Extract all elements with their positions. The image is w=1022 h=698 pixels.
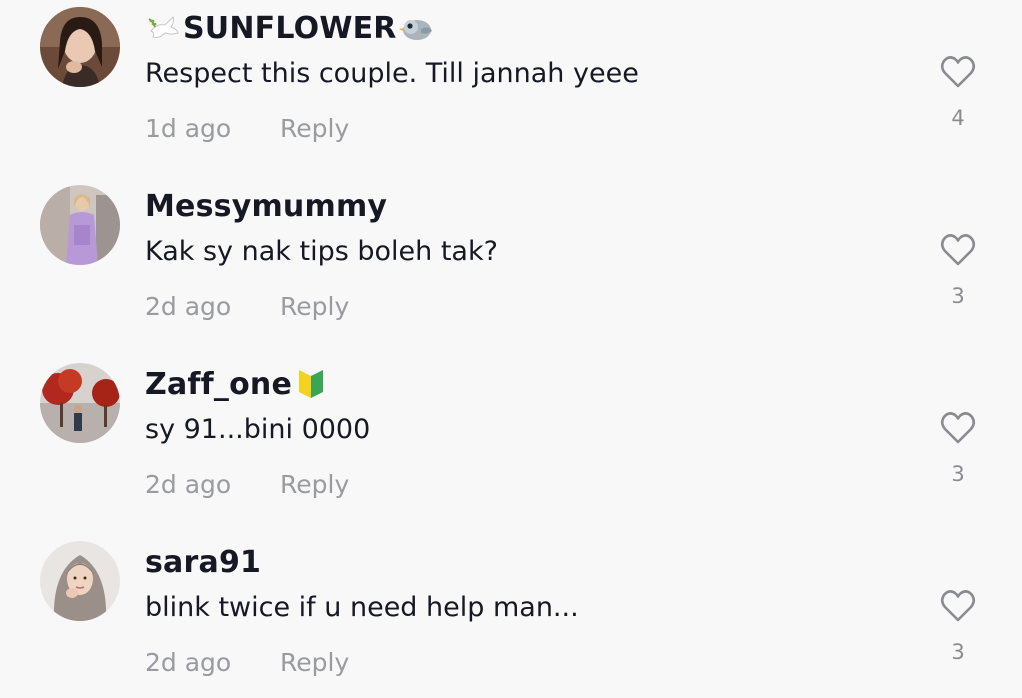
bird-emoji-icon	[398, 11, 433, 45]
like-count: 4	[951, 106, 965, 130]
like-count: 3	[951, 284, 965, 308]
avatar[interactable]	[40, 363, 120, 443]
like-section: 4	[936, 52, 980, 130]
comment-timestamp: 2d ago	[145, 292, 232, 321]
comment-meta: 2d ago Reply	[145, 292, 349, 321]
comment-item: SUNFLOWER Respect this couple. Till jann…	[0, 0, 1022, 178]
avatar-photo	[40, 363, 120, 443]
comment-timestamp: 1d ago	[145, 114, 232, 143]
heart-outline-icon[interactable]	[938, 408, 978, 448]
avatar-photo	[40, 7, 120, 87]
comment-text: blink twice if u need help man...	[145, 592, 579, 623]
avatar-photo	[40, 541, 120, 621]
comment-item: Zaff_one sy 91...bini 0000 2d ago Reply …	[0, 356, 1022, 534]
comment-text: Kak sy nak tips boleh tak?	[145, 236, 498, 267]
comment-item: sara91 blink twice if u need help man...…	[0, 534, 1022, 698]
username-row: sara91	[145, 542, 261, 582]
dove-emoji-icon	[147, 11, 181, 45]
avatar[interactable]	[40, 7, 120, 87]
heart-outline-icon[interactable]	[938, 52, 978, 92]
like-section: 3	[936, 230, 980, 308]
like-count: 3	[951, 640, 965, 664]
username-row: SUNFLOWER	[145, 8, 435, 48]
username[interactable]: Zaff_one	[145, 367, 292, 402]
comment-list: SUNFLOWER Respect this couple. Till jann…	[0, 0, 1022, 698]
username-row: Messymummy	[145, 186, 387, 226]
comment-timestamp: 2d ago	[145, 470, 232, 499]
like-count: 3	[951, 462, 965, 486]
reply-button[interactable]: Reply	[280, 114, 349, 143]
comment-text: sy 91...bini 0000	[145, 414, 371, 445]
reply-button[interactable]: Reply	[280, 292, 349, 321]
avatar[interactable]	[40, 185, 120, 265]
like-section: 3	[936, 408, 980, 486]
japanese-beginner-symbol-icon	[294, 367, 328, 401]
avatar-photo	[40, 185, 120, 265]
username[interactable]: sara91	[145, 545, 261, 580]
comment-meta: 2d ago Reply	[145, 648, 349, 677]
comment-timestamp: 2d ago	[145, 648, 232, 677]
avatar[interactable]	[40, 541, 120, 621]
username[interactable]: SUNFLOWER	[183, 11, 397, 46]
username[interactable]: Messymummy	[145, 189, 387, 224]
comment-text: Respect this couple. Till jannah yeee	[145, 58, 639, 89]
username-row: Zaff_one	[145, 364, 330, 404]
reply-button[interactable]: Reply	[280, 648, 349, 677]
heart-outline-icon[interactable]	[938, 586, 978, 626]
comment-meta: 1d ago Reply	[145, 114, 349, 143]
comment-meta: 2d ago Reply	[145, 470, 349, 499]
heart-outline-icon[interactable]	[938, 230, 978, 270]
like-section: 3	[936, 586, 980, 664]
comment-item: Messymummy Kak sy nak tips boleh tak? 2d…	[0, 178, 1022, 356]
reply-button[interactable]: Reply	[280, 470, 349, 499]
